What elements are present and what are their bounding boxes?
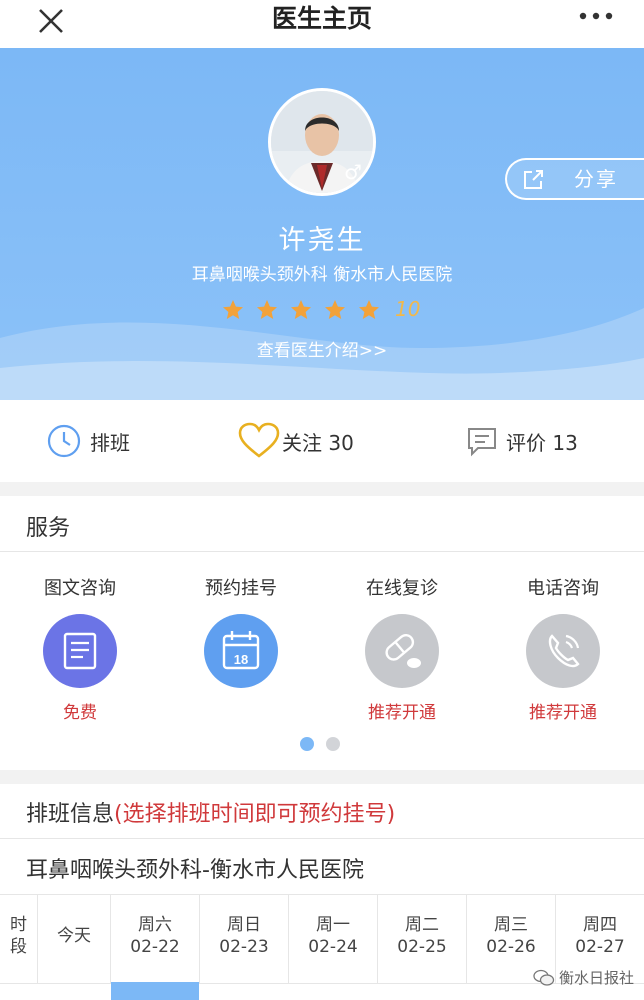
clock-icon	[47, 424, 81, 458]
heart-icon	[238, 422, 280, 458]
weekday: 周二	[405, 915, 439, 935]
service-circle: 18	[204, 614, 278, 688]
document-icon	[63, 632, 97, 670]
period-header-line2: 段	[10, 937, 27, 957]
wechat-icon	[533, 969, 555, 986]
star-icon	[291, 300, 311, 319]
pill-icon	[385, 634, 421, 668]
doctor-intro-link[interactable]: 查看医生介绍>>	[0, 336, 644, 361]
star-icon	[359, 300, 379, 319]
schedule-hint: (选择排班时间即可预约挂号)	[114, 802, 396, 827]
date: 02-25	[397, 937, 447, 957]
schedule-label: 排班	[90, 430, 130, 455]
weekday: 周一	[316, 915, 350, 935]
review-tab[interactable]: 评价 13	[466, 400, 578, 482]
schedule-title: 排班信息	[26, 802, 115, 827]
top-nav-bar: 医生主页	[0, 0, 644, 48]
service-name: 预约挂号	[205, 578, 277, 599]
services-section: 服务 图文咨询 免费 预约挂号 18 在线复诊 推荐开通 电话咨询 推荐开通	[0, 496, 644, 770]
service-name: 在线复诊	[366, 578, 438, 599]
period-header-line1: 时	[10, 915, 27, 935]
star-icon	[325, 300, 345, 319]
review-label: 评价 13	[506, 430, 578, 455]
weekday: 周四	[583, 915, 617, 935]
watermark: 衡水日报社	[533, 967, 634, 988]
today-label: 今天	[57, 926, 91, 946]
date: 02-22	[130, 937, 180, 957]
date: 02-23	[219, 937, 269, 957]
follow-label: 关注 30	[282, 430, 354, 455]
date: 02-27	[575, 937, 625, 957]
divider	[0, 838, 644, 839]
service-appointment[interactable]: 预约挂号 18	[171, 574, 311, 698]
share-label: 分享	[574, 167, 618, 191]
share-icon	[524, 170, 543, 189]
schedule-heading: 排班信息(选择排班时间即可预约挂号)	[26, 796, 395, 828]
page-indicator	[300, 737, 344, 751]
service-circle	[365, 614, 439, 688]
service-phone-consult[interactable]: 电话咨询 推荐开通	[493, 574, 633, 723]
weekday: 周日	[227, 915, 261, 935]
phone-icon	[548, 634, 580, 668]
service-name: 电话咨询	[527, 578, 599, 599]
schedule-department: 耳鼻咽喉头颈外科-衡水市人民医院	[26, 858, 364, 883]
gender-male-icon: ♂	[344, 160, 362, 184]
service-text-consult[interactable]: 图文咨询 免费	[10, 574, 150, 723]
schedule-tab[interactable]: 排班	[46, 400, 130, 482]
star-icon	[223, 300, 243, 319]
service-status: 推荐开通	[529, 703, 597, 723]
follow-button[interactable]: 关注 30	[238, 400, 354, 482]
star-icon	[257, 300, 277, 319]
service-status: 推荐开通	[368, 703, 436, 723]
comment-icon	[468, 428, 496, 457]
day-column-header[interactable]: 周六 02-22	[111, 894, 200, 984]
day-column-header[interactable]: 周日 02-23	[200, 894, 289, 984]
doctor-name: 许尧生	[278, 225, 366, 256]
page-title: 医生主页	[271, 4, 372, 33]
period-header: 时 段	[0, 894, 38, 984]
page-dot-active[interactable]	[300, 737, 314, 751]
page-dot[interactable]	[326, 737, 340, 751]
services-title: 服务	[26, 516, 71, 541]
stats-row: 排班 关注 30 评价 13	[0, 400, 644, 482]
service-circle	[526, 614, 600, 688]
selected-slot[interactable]	[111, 982, 199, 1000]
service-status: 免费	[63, 703, 97, 723]
rating-score: 10	[395, 297, 421, 321]
watermark-text: 衡水日报社	[558, 969, 634, 987]
divider	[0, 551, 644, 552]
doctor-profile-header: ♂ 分享 许尧生 耳鼻咽喉头颈外科 衡水市人民医院 10 查看医生介绍>>	[0, 48, 644, 400]
service-circle	[43, 614, 117, 688]
date: 02-24	[308, 937, 358, 957]
calendar-day: 18	[234, 652, 248, 667]
more-options-icon[interactable]	[578, 6, 614, 26]
day-column-header[interactable]: 周一 02-24	[289, 894, 378, 984]
calendar-icon: 18	[222, 631, 260, 670]
date: 02-26	[486, 937, 536, 957]
today-header: 今天	[38, 894, 111, 984]
weekday: 周三	[494, 915, 528, 935]
doctor-department: 耳鼻咽喉头颈外科 衡水市人民医院	[191, 265, 453, 285]
share-button[interactable]: 分享	[505, 158, 644, 200]
day-column-header[interactable]: 周二 02-25	[378, 894, 467, 984]
weekday: 周六	[138, 915, 172, 935]
service-name: 图文咨询	[44, 578, 116, 599]
service-online-revisit[interactable]: 在线复诊 推荐开通	[332, 574, 472, 723]
